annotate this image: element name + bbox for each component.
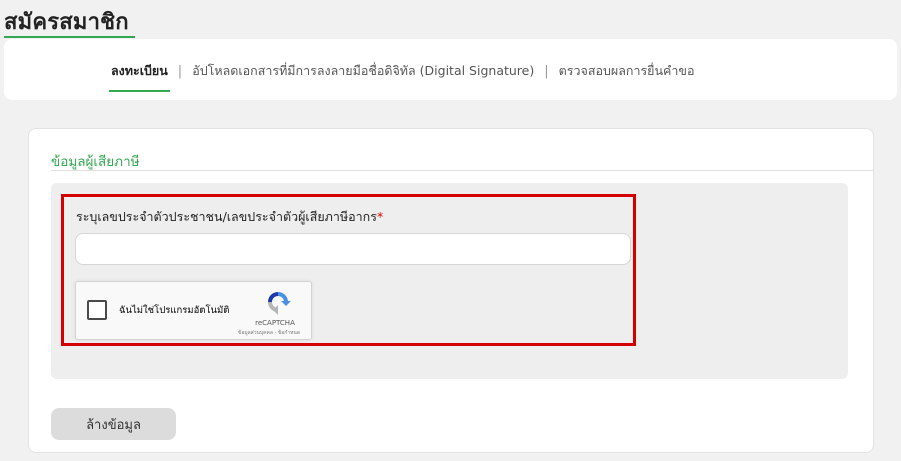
step-separator: | — [544, 63, 549, 79]
registration-card: ข้อมูลผู้เสียภาษี ระบุเลขประจำตัวประชาชน… — [28, 128, 874, 453]
form-panel: ระบุเลขประจำตัวประชาชน/เลขประจำตัวผู้เสี… — [51, 183, 848, 379]
page-title: สมัครสมาชิก — [4, 10, 129, 35]
id-field-label-text: ระบุเลขประจำตัวประชาชน/เลขประจำตัวผู้เสี… — [76, 209, 377, 224]
clear-button[interactable]: ล้างข้อมูล — [51, 408, 176, 440]
step-upload-digital-signature[interactable]: อัปโหลดเอกสารที่มีการลงลายมือชื่อดิจิทัล… — [192, 61, 534, 81]
recaptcha-label: ฉันไม่ใช่โปรแกรมอัตโนมัติ — [119, 305, 230, 316]
recaptcha-checkbox[interactable] — [87, 300, 107, 320]
recaptcha-brand: reCAPTCHA — [255, 319, 295, 327]
required-mark: * — [376, 209, 384, 224]
section-divider — [51, 170, 873, 171]
page-title-underline — [4, 36, 135, 38]
section-title: ข้อมูลผู้เสียภาษี — [51, 154, 140, 170]
step-check-status[interactable]: ตรวจสอบผลการยื่นคำขอ — [559, 61, 695, 81]
step-register[interactable]: ลงทะเบียน — [109, 61, 170, 92]
id-field-label: ระบุเลขประจำตัวประชาชน/เลขประจำตัวผู้เสี… — [76, 207, 383, 227]
steps-bar: ลงทะเบียน | อัปโหลดเอกสารที่มีการลงลายมื… — [4, 39, 897, 100]
step-navigation: ลงทะเบียน | อัปโหลดเอกสารที่มีการลงลายมื… — [109, 61, 695, 92]
recaptcha-logo-icon — [268, 291, 291, 315]
recaptcha-terms-link[interactable]: ข้อมูลส่วนบุคคล - ข้อกำหนด — [226, 329, 312, 337]
step-separator: | — [177, 63, 183, 79]
id-number-input[interactable] — [75, 233, 631, 265]
recaptcha-widget: ฉันไม่ใช่โปรแกรมอัตโนมัติ reCAPTCHA ข้อม… — [75, 281, 312, 340]
